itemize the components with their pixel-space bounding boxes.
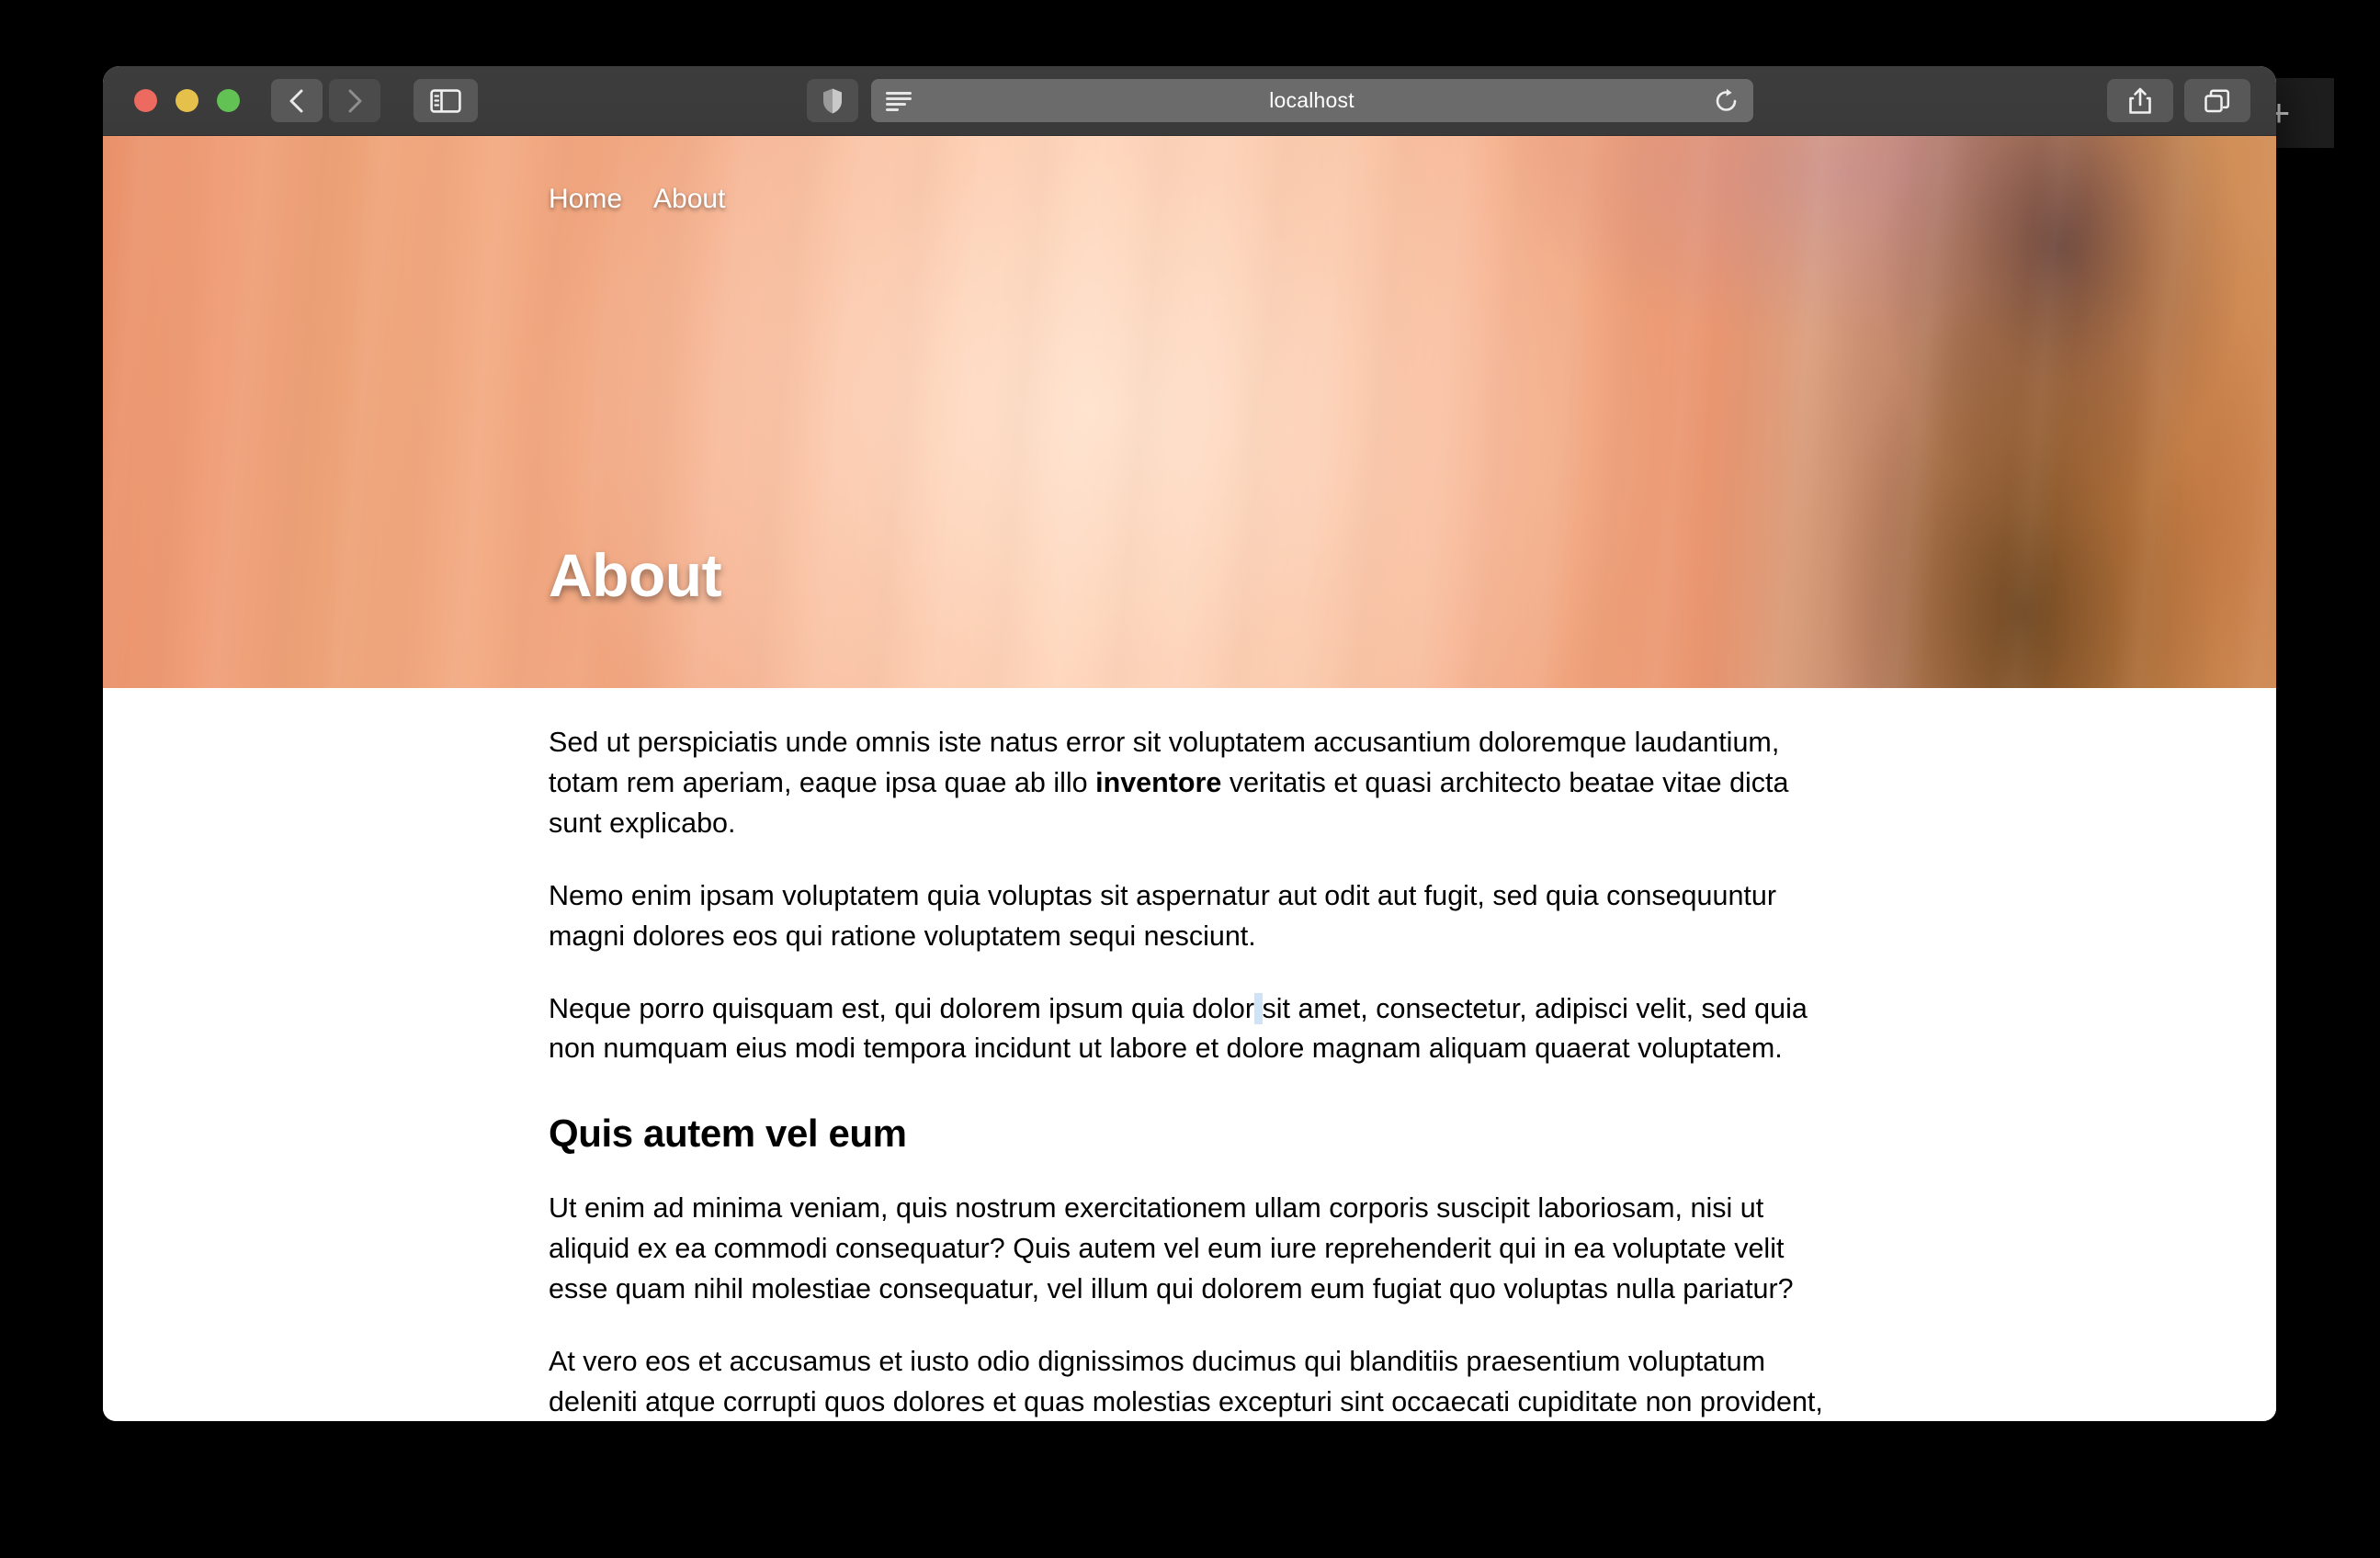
- sidebar-toggle-button[interactable]: [414, 79, 478, 122]
- addressbar-container: localhost: [478, 79, 2081, 122]
- paragraph-4: Ut enim ad minima veniam, quis nostrum e…: [549, 1192, 1794, 1305]
- nav-link-home[interactable]: Home: [549, 184, 622, 215]
- paragraph-3-text-before: Neque porro quisquam est, qui dolorem ip…: [549, 992, 1255, 1024]
- paragraph-1-bold-term: inventore: [1095, 766, 1222, 798]
- sidebar-toggle-icon: [430, 88, 461, 113]
- hero-banner: Home About About: [103, 136, 2276, 688]
- close-window-button[interactable]: [134, 89, 157, 112]
- chevron-right-icon: [348, 89, 362, 112]
- share-icon: [2129, 87, 2151, 114]
- paragraph-1: Sed ut perspiciatis unde omnis iste natu…: [549, 723, 1830, 844]
- url-text[interactable]: localhost: [871, 88, 1753, 113]
- tab-overview-button[interactable]: [2184, 79, 2250, 122]
- site-nav: Home About: [549, 184, 725, 215]
- share-button[interactable]: [2107, 79, 2173, 122]
- minimize-window-button[interactable]: [176, 89, 198, 112]
- section-heading: Quis autem vel eum: [549, 1112, 907, 1156]
- paragraph-5: At vero eos et accusamus et iusto odio d…: [549, 1346, 1823, 1417]
- browser-window: localhost Home About About Sed ut perspi…: [103, 66, 2276, 1421]
- reader-view-glyph: [885, 91, 912, 111]
- shield-icon: [822, 88, 842, 113]
- back-button[interactable]: [271, 79, 323, 122]
- page-viewport: Home About About Sed ut perspiciatis und…: [103, 136, 2276, 1421]
- paragraph-2: Nemo enim ipsam voluptatem quia voluptas…: [549, 879, 1776, 952]
- text-selection-highlight[interactable]: [1254, 992, 1263, 1024]
- reader-view-icon[interactable]: [885, 91, 912, 111]
- desktop-backdrop: + localhost Home About About Sed ut pers…: [0, 0, 2380, 1558]
- window-controls: [134, 89, 240, 112]
- reload-icon: [1716, 88, 1736, 111]
- privacy-report-button[interactable]: [806, 79, 858, 122]
- maximize-window-button[interactable]: [217, 89, 240, 112]
- navigation-buttons: [271, 79, 380, 122]
- reload-button[interactable]: [1715, 88, 1739, 114]
- address-bar[interactable]: localhost: [870, 79, 1753, 122]
- forward-button[interactable]: [329, 79, 380, 122]
- paragraph-3: Neque porro quisquam est, qui dolorem ip…: [549, 989, 1830, 1070]
- browser-toolbar: localhost: [103, 66, 2276, 136]
- tab-overview-icon: [2204, 89, 2230, 112]
- page-title: About: [549, 541, 722, 609]
- article-body: Sed ut perspiciatis unde omnis iste natu…: [549, 688, 1830, 1421]
- chevron-left-icon: [289, 89, 303, 112]
- toolbar-right-buttons: [2107, 79, 2250, 122]
- hero-content: Home About About: [549, 136, 1830, 688]
- nav-link-about[interactable]: About: [653, 184, 725, 215]
